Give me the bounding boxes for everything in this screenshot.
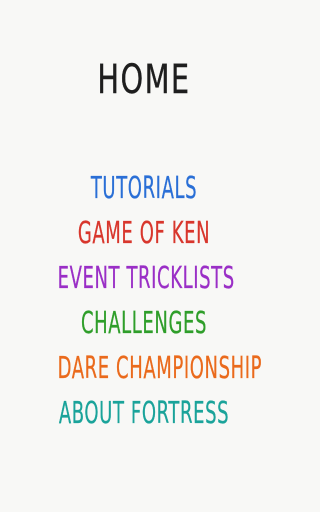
menu-item-event-tricklists[interactable]: EVENT TRICKLISTS (58, 256, 235, 301)
page-title: HOME (97, 57, 191, 103)
menu-item-game-of-ken[interactable]: GAME OF KEN (58, 211, 231, 256)
menu-item-challenges[interactable]: CHALLENGES (58, 301, 231, 346)
home-screen: HOME TUTORIALS GAME OF KEN EVENT TRICKLI… (0, 0, 288, 512)
main-menu: TUTORIALS GAME OF KEN EVENT TRICKLISTS C… (0, 166, 288, 436)
menu-item-tutorials[interactable]: TUTORIALS (58, 166, 231, 211)
menu-item-about-fortress[interactable]: ABOUT FORTRESS (58, 391, 231, 436)
menu-item-dare-championship[interactable]: DARE CHAMPIONSHIP (58, 346, 262, 391)
